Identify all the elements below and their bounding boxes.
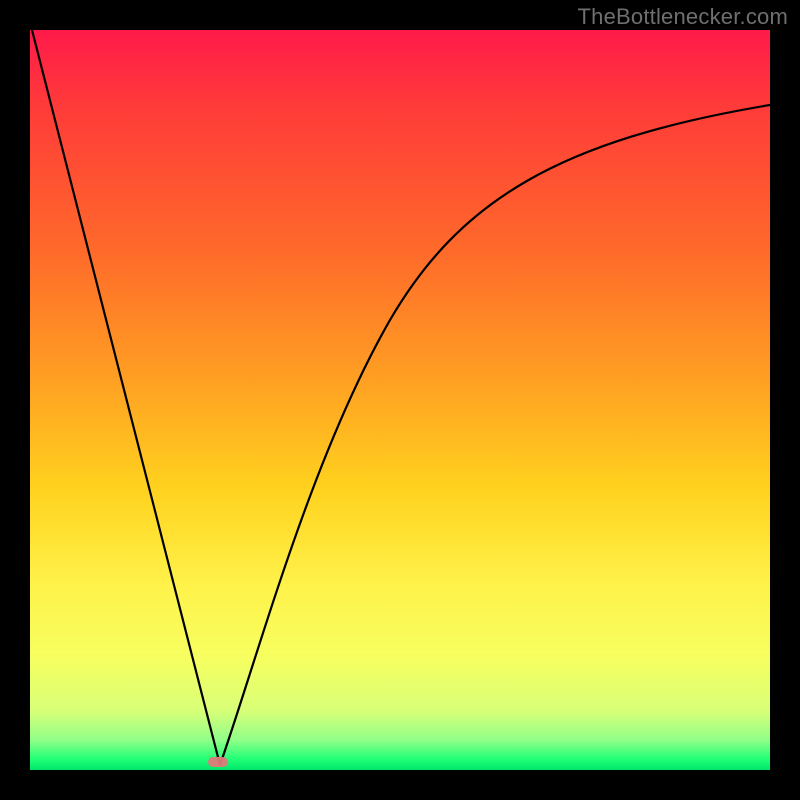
optimal-marker bbox=[208, 757, 228, 767]
chart-frame: TheBottlenecker.com bbox=[0, 0, 800, 800]
watermark-text: TheBottlenecker.com bbox=[578, 4, 788, 30]
curve-left-branch bbox=[32, 30, 220, 765]
curve-right-branch bbox=[220, 105, 770, 765]
bottleneck-curve bbox=[30, 30, 770, 770]
plot-area bbox=[30, 30, 770, 770]
